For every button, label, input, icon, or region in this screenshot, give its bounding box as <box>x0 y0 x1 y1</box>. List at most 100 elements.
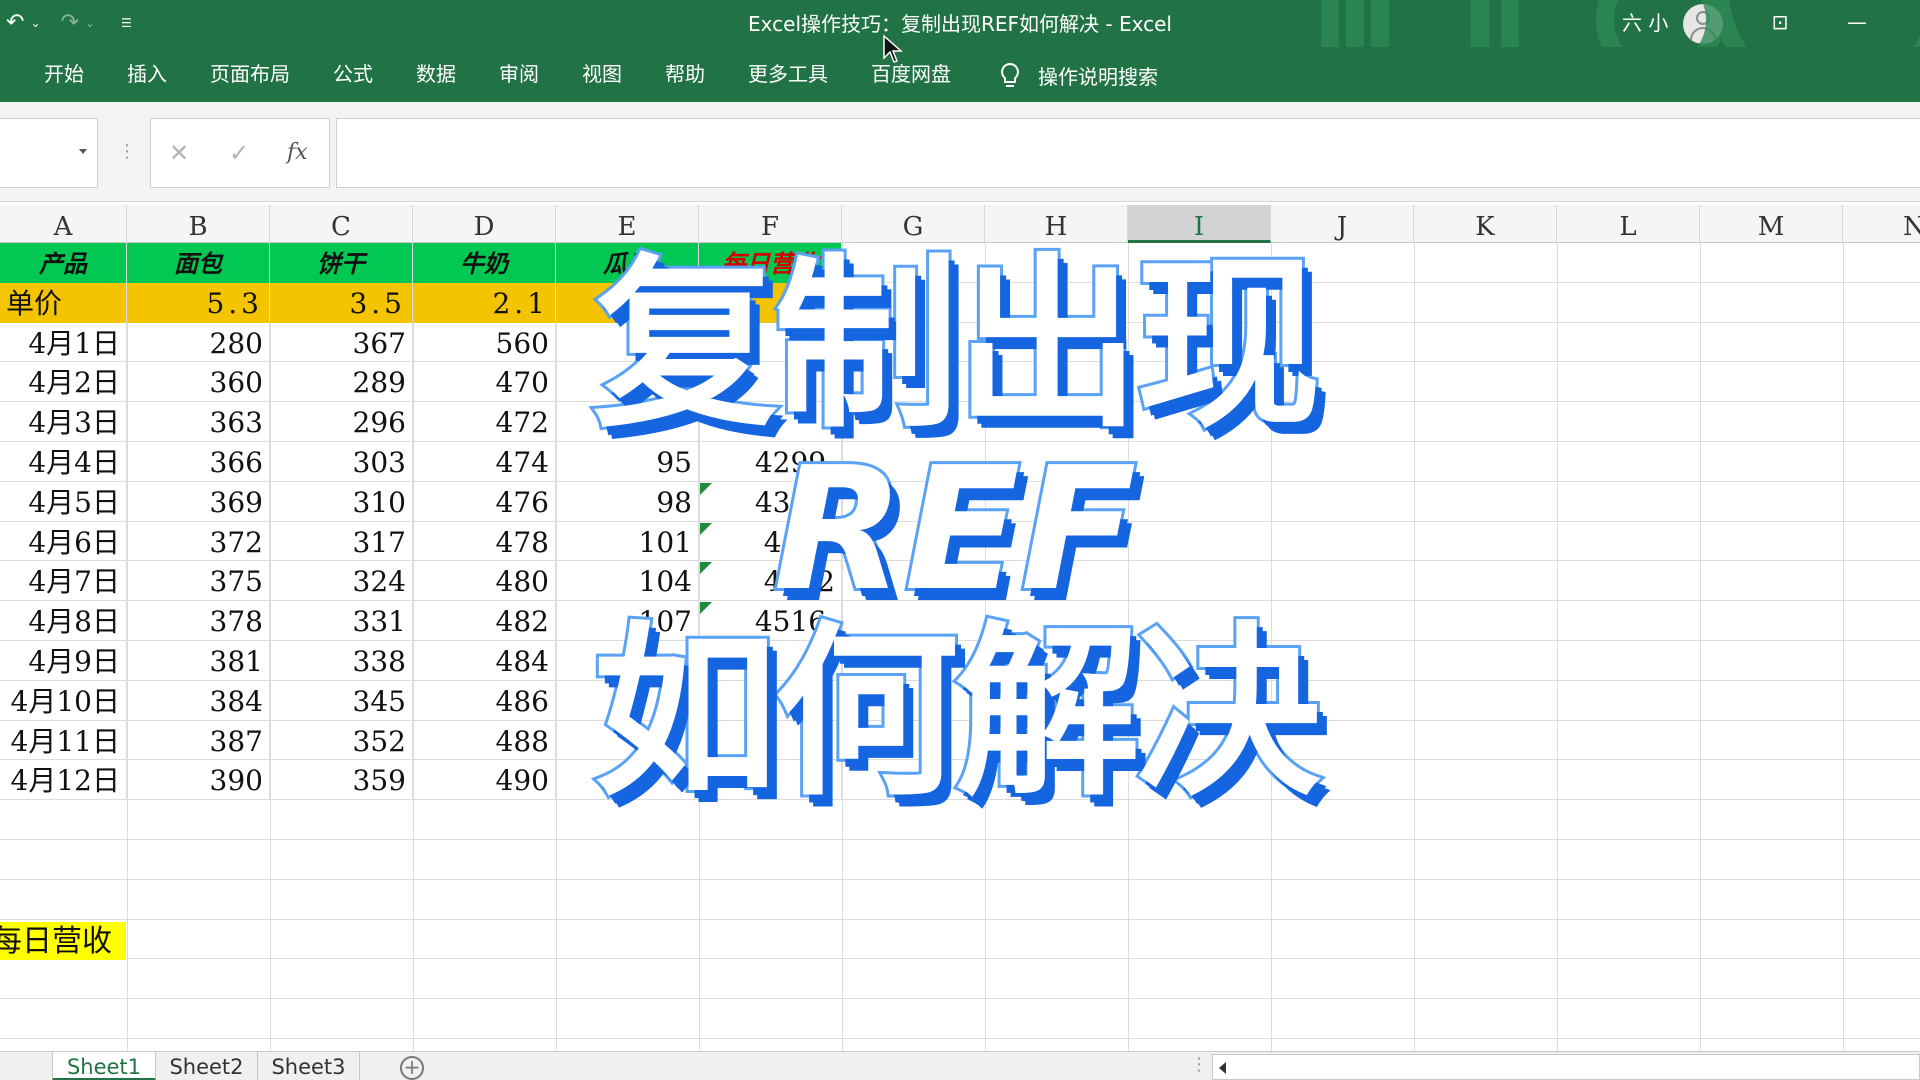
cancel-icon[interactable]: ✕ <box>169 139 189 167</box>
title-bar: ↶ ⌄ ↷ ⌄ ☰ Excel操作技巧：复制出现REF如何解决 - Excel … <box>0 0 1920 47</box>
date-cell[interactable]: 4月5日 <box>0 481 127 522</box>
sheet-tab-1[interactable]: Sheet1 <box>52 1052 156 1080</box>
price-cell-milk[interactable]: 2.1 <box>413 282 556 323</box>
header-cell-bread[interactable]: 面包 <box>127 243 270 283</box>
formula-buttons: ✕ ✓ fx <box>150 118 330 188</box>
value-cell[interactable]: 488 <box>413 720 556 761</box>
tab-view[interactable]: 视图 <box>582 47 622 102</box>
caption-line-1: 复制出现 <box>590 237 1324 453</box>
value-cell[interactable]: 324 <box>270 561 413 602</box>
date-cell[interactable]: 4月2日 <box>0 362 127 403</box>
value-cell[interactable]: 480 <box>413 561 556 602</box>
header-cell-milk[interactable]: 牛奶 <box>413 243 556 283</box>
column-header-b[interactable]: B <box>127 205 270 243</box>
resize-handle-icon[interactable]: ⋮ <box>118 142 136 162</box>
value-cell[interactable]: 375 <box>127 561 270 602</box>
value-cell[interactable]: 369 <box>127 481 270 522</box>
value-cell[interactable]: 476 <box>413 481 556 522</box>
column-header-n[interactable]: N <box>1843 205 1920 243</box>
date-cell[interactable]: 4月10日 <box>0 680 127 721</box>
formula-bar: ⋮ ✕ ✓ fx <box>0 102 1920 202</box>
date-cell[interactable]: 4月3日 <box>0 402 127 442</box>
column-header-l[interactable]: L <box>1557 205 1700 243</box>
value-cell[interactable]: 360 <box>127 362 270 403</box>
header-cell-biscuit[interactable]: 饼干 <box>270 243 413 283</box>
value-cell[interactable]: 470 <box>413 362 556 403</box>
value-cell[interactable]: 366 <box>127 442 270 482</box>
tab-home[interactable]: 开始 <box>44 47 84 102</box>
value-cell[interactable]: 363 <box>127 402 270 442</box>
value-cell[interactable]: 484 <box>413 641 556 681</box>
tab-page-layout[interactable]: 页面布局 <box>210 47 290 102</box>
value-cell[interactable]: 303 <box>270 442 413 482</box>
value-cell[interactable]: 560 <box>413 322 556 363</box>
value-cell[interactable]: 345 <box>270 680 413 721</box>
tell-me-search[interactable]: 操作说明搜索 <box>998 61 1158 90</box>
date-cell[interactable]: 4月4日 <box>0 442 127 482</box>
column-header-a[interactable]: A <box>0 205 127 243</box>
date-cell[interactable]: 4月11日 <box>0 720 127 761</box>
scroll-left-icon[interactable] <box>1219 1062 1226 1074</box>
add-sheet-icon[interactable]: + <box>400 1056 424 1080</box>
date-cell[interactable]: 4月7日 <box>0 561 127 602</box>
value-cell[interactable]: 359 <box>270 760 413 801</box>
minimize-icon[interactable]: — <box>1832 4 1882 40</box>
chevron-down-icon[interactable] <box>79 149 87 154</box>
value-cell[interactable]: 280 <box>127 322 270 363</box>
value-cell[interactable]: 387 <box>127 720 270 761</box>
column-header-m[interactable]: M <box>1700 205 1843 243</box>
value-cell[interactable]: 289 <box>270 362 413 403</box>
horizontal-scrollbar[interactable] <box>1212 1054 1920 1080</box>
value-cell[interactable]: 486 <box>413 680 556 721</box>
user-name[interactable]: 六 小 <box>1622 10 1668 36</box>
caption-line-2: REF <box>770 431 1139 629</box>
value-cell[interactable]: 490 <box>413 760 556 801</box>
value-cell[interactable]: 378 <box>127 601 270 641</box>
avatar[interactable] <box>1683 4 1723 44</box>
daily-revenue-label-cell[interactable]: 每日营收 <box>0 922 126 960</box>
sheet-tab-2[interactable]: Sheet2 <box>156 1052 258 1080</box>
tab-formulas[interactable]: 公式 <box>333 47 373 102</box>
price-label-cell[interactable]: 单价 <box>0 282 127 323</box>
ribbon-display-options-icon[interactable]: ⊡ <box>1755 4 1805 40</box>
price-cell-bread[interactable]: 5.3 <box>127 282 270 323</box>
value-cell[interactable]: 331 <box>270 601 413 641</box>
tab-insert[interactable]: 插入 <box>127 47 167 102</box>
date-cell[interactable]: 4月9日 <box>0 641 127 681</box>
formula-input[interactable] <box>336 118 1920 188</box>
value-cell[interactable]: 367 <box>270 322 413 363</box>
enter-icon[interactable]: ✓ <box>229 139 249 167</box>
price-cell-biscuit[interactable]: 3.5 <box>270 282 413 323</box>
sheet-tab-3[interactable]: Sheet3 <box>258 1052 360 1080</box>
lightbulb-icon <box>1001 62 1019 87</box>
date-cell[interactable]: 4月12日 <box>0 760 127 801</box>
header-cell-product[interactable]: 产品 <box>0 243 127 283</box>
value-cell[interactable]: 390 <box>127 760 270 801</box>
value-cell[interactable]: 472 <box>413 402 556 442</box>
name-box[interactable] <box>0 118 98 188</box>
scroll-split-handle-icon[interactable]: ⋮ <box>1190 1054 1208 1075</box>
value-cell[interactable]: 296 <box>270 402 413 442</box>
insert-function-icon[interactable]: fx <box>287 139 308 167</box>
tab-data[interactable]: 数据 <box>416 47 456 102</box>
value-cell[interactable]: 338 <box>270 641 413 681</box>
value-cell[interactable]: 317 <box>270 521 413 562</box>
column-header-c[interactable]: C <box>270 205 413 243</box>
value-cell[interactable]: 474 <box>413 442 556 482</box>
value-cell[interactable]: 372 <box>127 521 270 562</box>
value-cell[interactable]: 478 <box>413 521 556 562</box>
tab-more-tools[interactable]: 更多工具 <box>748 47 828 102</box>
value-cell[interactable]: 381 <box>127 641 270 681</box>
date-cell[interactable]: 4月6日 <box>0 521 127 562</box>
value-cell[interactable]: 352 <box>270 720 413 761</box>
tab-help[interactable]: 帮助 <box>665 47 705 102</box>
sheet-tab-bar: Sheet1 Sheet2 Sheet3 + ⋮ <box>0 1051 1920 1080</box>
tab-review[interactable]: 审阅 <box>499 47 539 102</box>
date-cell[interactable]: 4月1日 <box>0 322 127 363</box>
column-header-k[interactable]: K <box>1414 205 1557 243</box>
value-cell[interactable]: 384 <box>127 680 270 721</box>
value-cell[interactable]: 310 <box>270 481 413 522</box>
column-header-d[interactable]: D <box>413 205 556 243</box>
date-cell[interactable]: 4月8日 <box>0 601 127 641</box>
value-cell[interactable]: 482 <box>413 601 556 641</box>
